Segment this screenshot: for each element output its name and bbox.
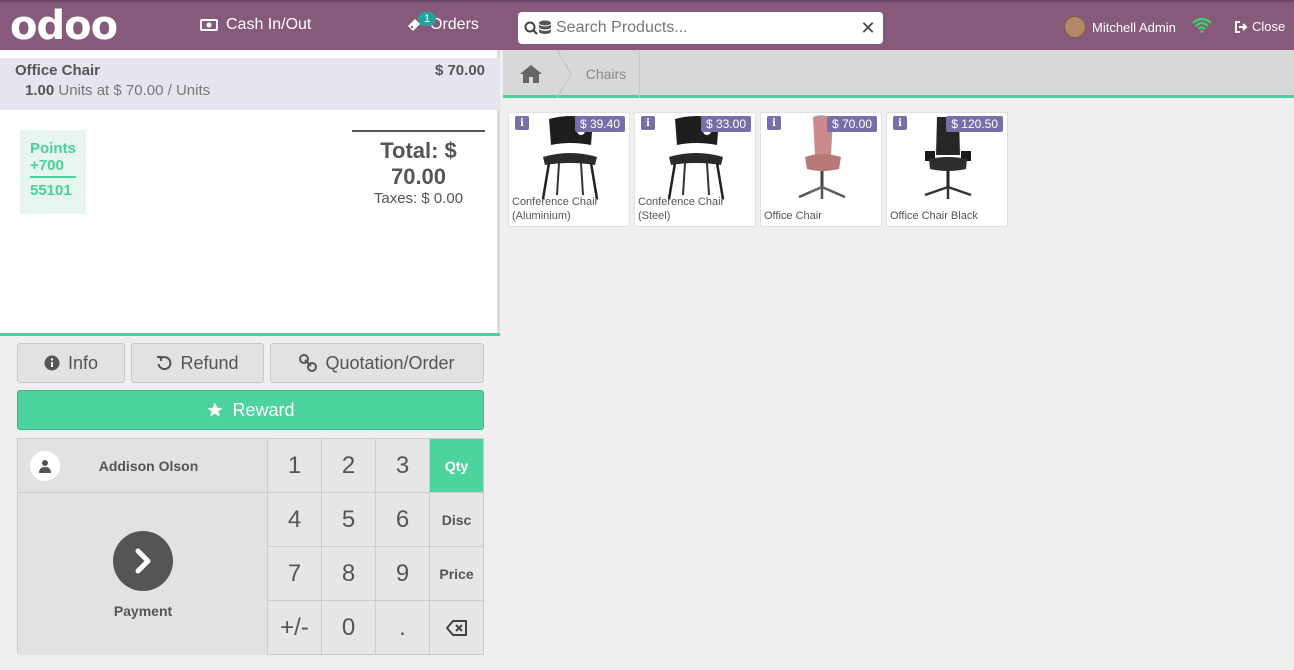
cash-in-out-button[interactable]: Cash In/Out <box>200 16 311 34</box>
quotation-order-button[interactable]: Quotation/Order <box>270 343 484 383</box>
numpad-key-2[interactable]: 2 <box>322 439 376 493</box>
customer-button[interactable]: Addison Olson <box>18 439 268 493</box>
numpad-key-6[interactable]: 6 <box>376 493 430 547</box>
home-button[interactable] <box>503 50 558 98</box>
product-card[interactable]: i $ 39.40 Conference Chair (Aluminium) <box>508 112 630 227</box>
star-icon <box>207 402 223 417</box>
quotation-order-label: Quotation/Order <box>325 352 455 373</box>
product-pane: Chairs i $ 39.40 Conference Chair (Alumi… <box>503 50 1294 670</box>
user-icon <box>30 450 60 481</box>
order-line-detail: 1.00 Units at $ 70.00 / Units <box>25 82 210 99</box>
info-button[interactable]: Info <box>17 343 125 383</box>
wifi-icon <box>1192 17 1212 33</box>
payment-button[interactable]: Payment <box>18 493 268 655</box>
product-price-tag: $ 70.00 <box>826 116 877 132</box>
close-button[interactable]: Close <box>1234 19 1285 34</box>
points-total: 55101 <box>30 182 72 199</box>
numpad-key-3[interactable]: 3 <box>376 439 430 493</box>
orders-count-badge: 1 <box>418 12 437 26</box>
cash-in-out-label: Cash In/Out <box>226 16 312 33</box>
order-line-qty: 1.00 <box>25 82 55 99</box>
close-label: Close <box>1252 19 1286 34</box>
orders-label: Orders <box>430 16 479 33</box>
product-info-icon[interactable]: i <box>641 116 655 130</box>
reward-label: Reward <box>232 399 295 420</box>
numpad-key-0[interactable]: 0 <box>322 601 376 655</box>
user-avatar <box>1064 16 1086 38</box>
loyalty-points-box: Points +700 55101 <box>20 130 86 214</box>
product-price-tag: $ 39.40 <box>574 116 625 132</box>
product-card[interactable]: i $ 120.50 Office Chair Black <box>886 112 1008 227</box>
product-name: Conference Chair (Aluminium) <box>512 196 599 222</box>
sign-out-icon <box>1235 20 1248 33</box>
backspace-icon <box>445 619 467 636</box>
info-icon <box>44 355 60 371</box>
product-name: Office Chair <box>764 210 822 222</box>
payment-label: Payment <box>113 603 173 619</box>
order-taxes: Taxes: $ 0.00 <box>373 190 464 207</box>
product-card[interactable]: i $ 33.00 Conference Chair (Steel) <box>634 112 756 227</box>
database-icon <box>539 20 551 34</box>
product-info-icon[interactable]: i <box>515 116 529 130</box>
order-pane: Office Chair $ 70.00 1.00 Units at $ 70.… <box>0 50 500 670</box>
product-info-icon[interactable]: i <box>893 116 907 130</box>
numpad-key-7[interactable]: 7 <box>268 547 322 601</box>
product-info-icon[interactable]: i <box>767 116 781 130</box>
order-total: Total: $ 70.00 <box>380 138 457 189</box>
info-label: Info <box>67 352 99 373</box>
numpad-key-decimal[interactable]: . <box>376 601 430 655</box>
home-icon <box>519 65 542 83</box>
numpad-key-4[interactable]: 4 <box>268 493 322 547</box>
link-icon <box>299 354 318 372</box>
clear-search-icon[interactable]: ✕ <box>853 18 883 39</box>
points-earned: +700 <box>30 157 76 178</box>
product-search-box: ✕ <box>518 12 883 44</box>
numpad-key-9[interactable]: 9 <box>376 547 430 601</box>
numpad-key-plus-minus[interactable]: +/- <box>268 601 322 655</box>
numpad-area: Addison Olson Payment 1 2 3 Qty 4 5 6 Di… <box>17 438 484 655</box>
product-price-tag: $ 33.00 <box>700 116 751 132</box>
user-name: Mitchell Admin <box>1092 19 1176 35</box>
search-input[interactable] <box>556 19 853 37</box>
breadcrumb: Chairs <box>503 50 1294 98</box>
control-panel: Info Refund Quotation/Order Reward Addis… <box>0 333 500 670</box>
product-card[interactable]: i $ 70.00 Office Chair <box>760 112 882 227</box>
backspace-button[interactable] <box>430 601 484 655</box>
search-icon <box>524 21 538 35</box>
reward-button[interactable]: Reward <box>17 390 484 430</box>
top-bar: odoo Cash In/Out 1 Orders ✕ Mitchell Adm… <box>0 0 1294 50</box>
product-name: Office Chair Black <box>890 210 978 222</box>
qty-mode-button[interactable]: Qty <box>430 439 484 493</box>
undo-icon <box>157 356 172 371</box>
breadcrumb-separator <box>556 50 572 98</box>
product-price-tag: $ 120.50 <box>946 116 1003 132</box>
price-mode-button[interactable]: Price <box>430 547 484 601</box>
order-line-product: Office Chair <box>15 62 101 79</box>
customer-name: Addison Olson <box>98 457 199 474</box>
odoo-logo: odoo <box>10 3 118 49</box>
refund-label: Refund <box>180 352 239 373</box>
user-menu[interactable]: Mitchell Admin <box>1064 16 1176 38</box>
numpad-key-1[interactable]: 1 <box>268 439 322 493</box>
order-line-unit-detail: Units at $ 70.00 / Units <box>58 82 211 99</box>
numpad-key-8[interactable]: 8 <box>322 547 376 601</box>
order-line[interactable]: Office Chair $ 70.00 1.00 Units at $ 70.… <box>0 58 500 110</box>
order-line-price: $ 70.00 <box>434 62 485 79</box>
points-label: Points <box>30 140 76 157</box>
product-name: Conference Chair (Steel) <box>638 196 725 222</box>
chevron-right-icon <box>113 531 173 591</box>
money-icon <box>200 19 218 31</box>
orders-button[interactable]: 1 Orders <box>406 12 479 34</box>
order-summary: Total: $ 70.00 Taxes: $ 0.00 <box>352 130 485 207</box>
refund-button[interactable]: Refund <box>131 343 264 383</box>
numpad-key-5[interactable]: 5 <box>322 493 376 547</box>
breadcrumb-category[interactable]: Chairs <box>573 50 640 98</box>
disc-mode-button[interactable]: Disc <box>430 493 484 547</box>
